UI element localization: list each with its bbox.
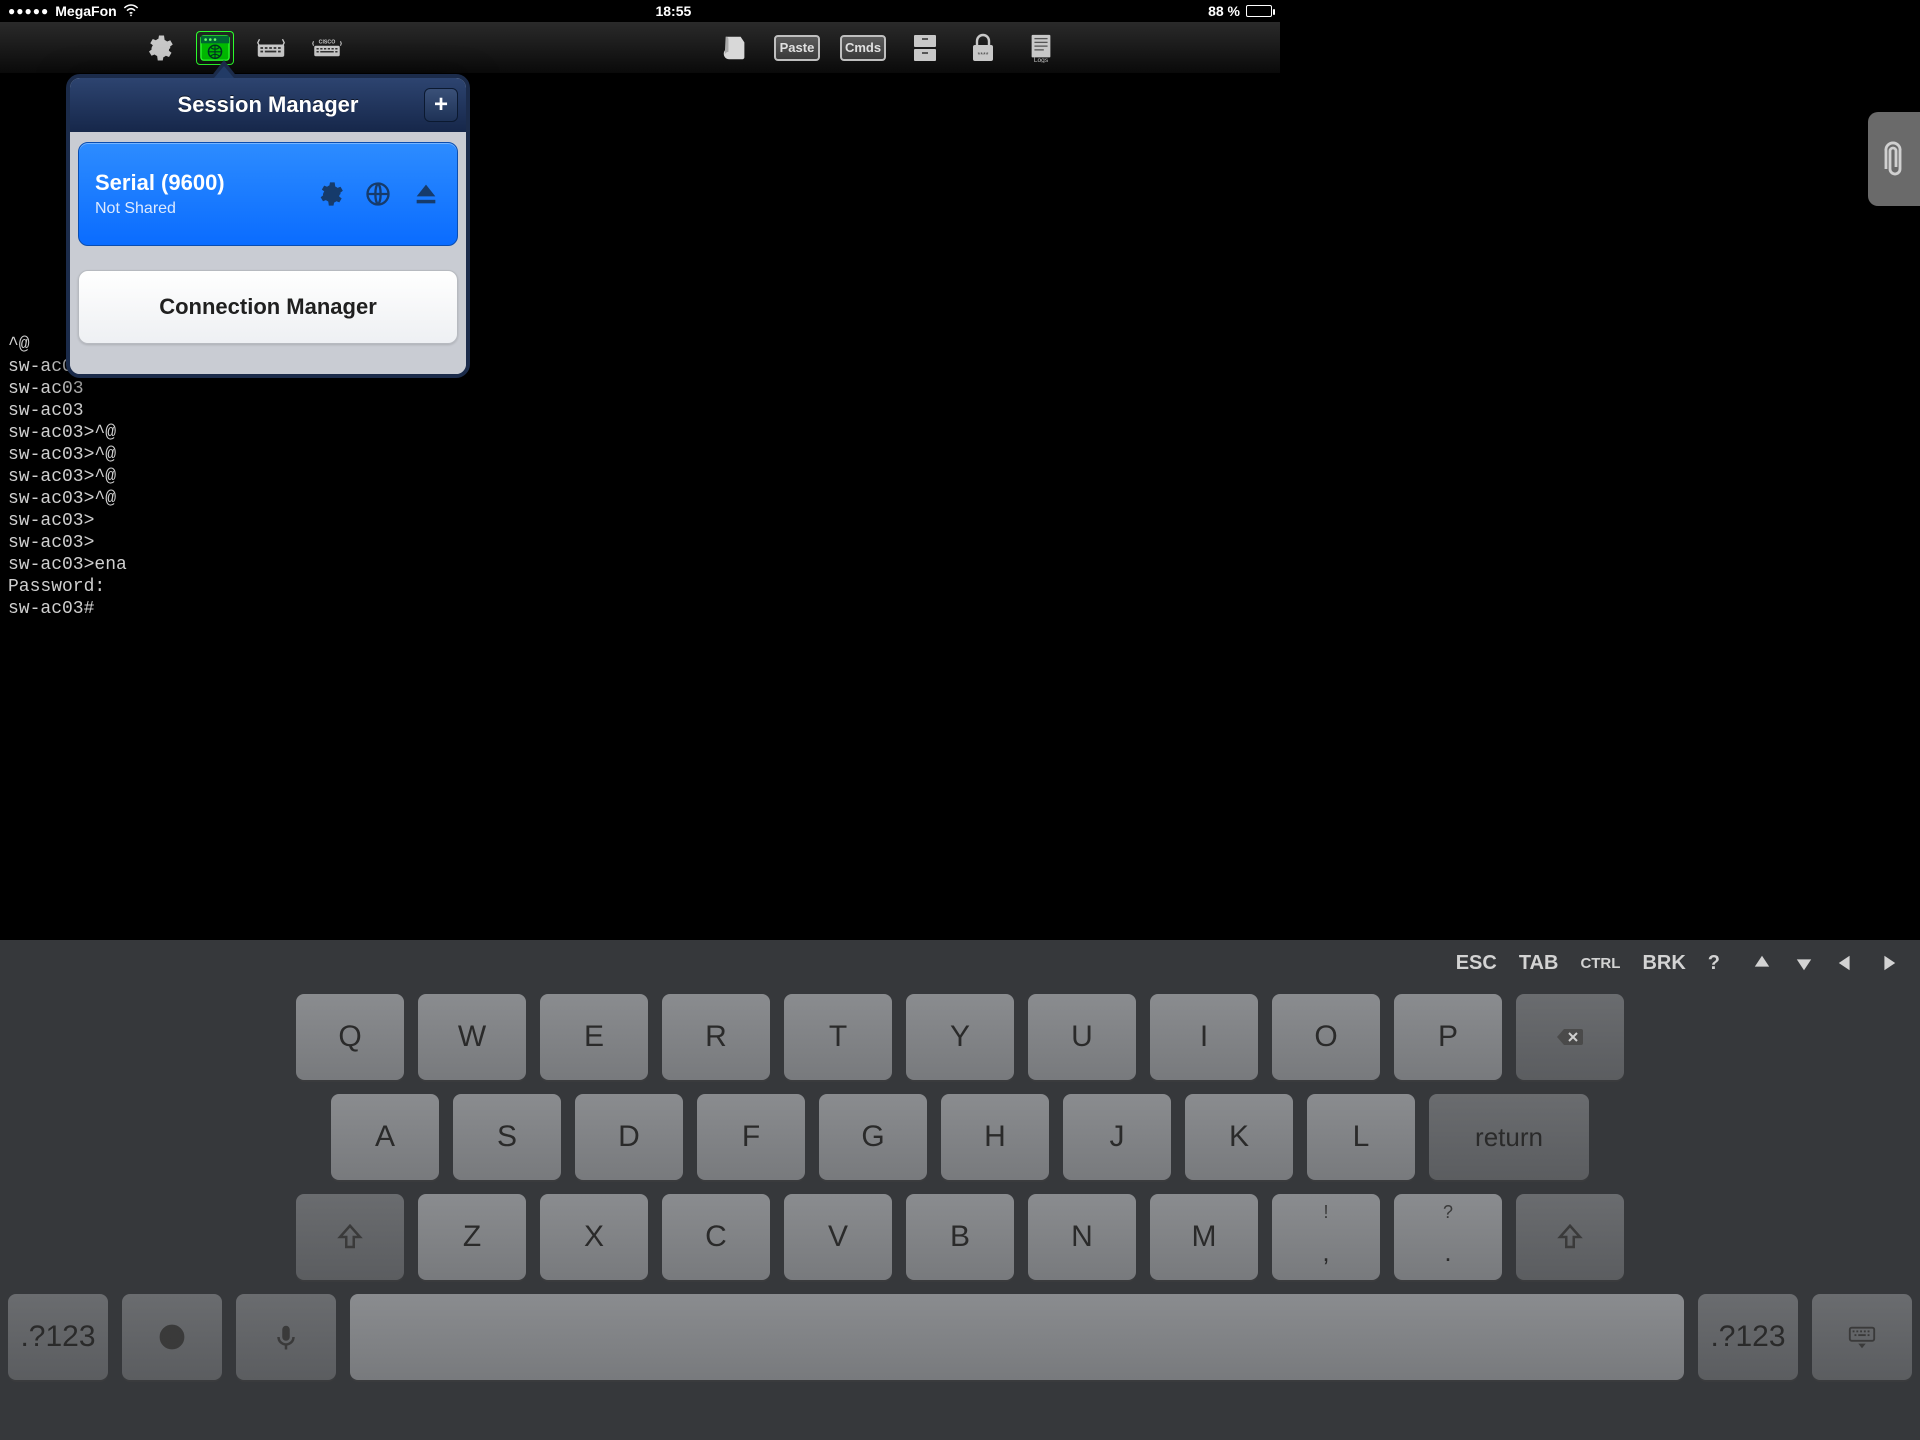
key-x[interactable]: X [540,1194,648,1280]
esc-key[interactable]: ESC [1456,952,1497,975]
popover-header: Session Manager + [70,78,466,132]
key-e[interactable]: E [540,994,648,1080]
wifi-icon [123,3,139,20]
key-n[interactable]: N [1028,1194,1136,1280]
key-f[interactable]: F [697,1094,805,1180]
arrow-up-key[interactable] [1752,953,1772,973]
key-t[interactable]: T [784,994,892,1080]
logs-button[interactable]: Logs [1022,31,1060,65]
connection-manager-button[interactable]: Connection Manager [78,270,458,344]
cisco-keyboard-button[interactable]: CISCO [308,31,346,65]
session-subtitle: Not Shared [95,200,225,218]
archive-button[interactable] [906,31,944,65]
key-m[interactable]: M [1150,1194,1258,1280]
key-a[interactable]: A [331,1094,439,1180]
cmds-button[interactable]: Cmds [840,35,886,61]
key-p[interactable]: P [1394,994,1502,1080]
svg-text:****: **** [978,52,989,59]
key-v[interactable]: V [784,1194,892,1280]
battery-percent: 88 % [1208,3,1240,19]
comma-key[interactable]: !, [1272,1194,1380,1280]
key-i[interactable]: I [1150,994,1258,1080]
key-d[interactable]: D [575,1094,683,1180]
arrow-left-key[interactable] [1836,953,1856,973]
session-eject-button[interactable] [411,179,441,209]
svg-text:CISCO: CISCO [319,39,336,45]
key-g[interactable]: G [819,1094,927,1180]
globe-key[interactable] [122,1294,222,1380]
session-card-serial[interactable]: Serial (9600) Not Shared [78,142,458,246]
svg-text:Logs: Logs [1034,57,1049,63]
scripts-button[interactable] [716,31,754,65]
arrow-right-key[interactable] [1878,953,1898,973]
session-manager-popover: Session Manager + Serial (9600) Not Shar… [66,74,470,378]
clock: 18:55 [655,3,691,19]
popover-title: Session Manager [178,92,359,118]
keyboard-button[interactable] [252,31,290,65]
key-q[interactable]: Q [296,994,404,1080]
paste-button[interactable]: Paste [774,35,820,61]
key-l[interactable]: L [1307,1094,1415,1180]
app-toolbar: CISCO Paste Cmds **** Logs [0,22,1280,74]
session-settings-button[interactable] [315,179,345,209]
key-r[interactable]: R [662,994,770,1080]
hide-keyboard-key[interactable] [1812,1294,1912,1380]
key-o[interactable]: O [1272,994,1380,1080]
battery-icon [1246,5,1272,17]
ctrl-key[interactable]: CTRL [1580,955,1620,972]
settings-button[interactable] [140,31,178,65]
period-key[interactable]: ?. [1394,1194,1502,1280]
key-w[interactable]: W [418,994,526,1080]
tab-key[interactable]: TAB [1519,952,1559,975]
key-j[interactable]: J [1063,1094,1171,1180]
session-title: Serial (9600) [95,170,225,196]
onscreen-keyboard: ESC TAB CTRL BRK ? QWERTYUIOP ASDFGHJKLr… [0,940,1920,1440]
session-share-button[interactable] [363,179,393,209]
lock-button[interactable]: **** [964,31,1002,65]
shift-right-key[interactable] [1516,1194,1624,1280]
return-key[interactable]: return [1429,1094,1589,1180]
numbers-key[interactable]: .?123 [8,1294,108,1380]
key-u[interactable]: U [1028,994,1136,1080]
numbers-key-right[interactable]: .?123 [1698,1294,1798,1380]
arrow-down-key[interactable] [1794,953,1814,973]
space-key[interactable] [350,1294,1684,1380]
key-s[interactable]: S [453,1094,561,1180]
dictation-key[interactable] [236,1294,336,1380]
status-bar: ●●●●● MegaFon 18:55 88 % [0,0,1280,22]
carrier-label: MegaFon [55,3,116,19]
keyboard-util-row: ESC TAB CTRL BRK ? [0,940,1920,986]
backspace-key[interactable] [1516,994,1624,1080]
signal-dots-icon: ●●●●● [8,4,49,18]
key-y[interactable]: Y [906,994,1014,1080]
key-b[interactable]: B [906,1194,1014,1280]
key-z[interactable]: Z [418,1194,526,1280]
help-key[interactable]: ? [1708,952,1720,975]
key-c[interactable]: C [662,1194,770,1280]
shift-left-key[interactable] [296,1194,404,1280]
key-h[interactable]: H [941,1094,1049,1180]
add-session-button[interactable]: + [424,88,458,122]
brk-key[interactable]: BRK [1642,952,1685,975]
key-k[interactable]: K [1185,1094,1293,1180]
